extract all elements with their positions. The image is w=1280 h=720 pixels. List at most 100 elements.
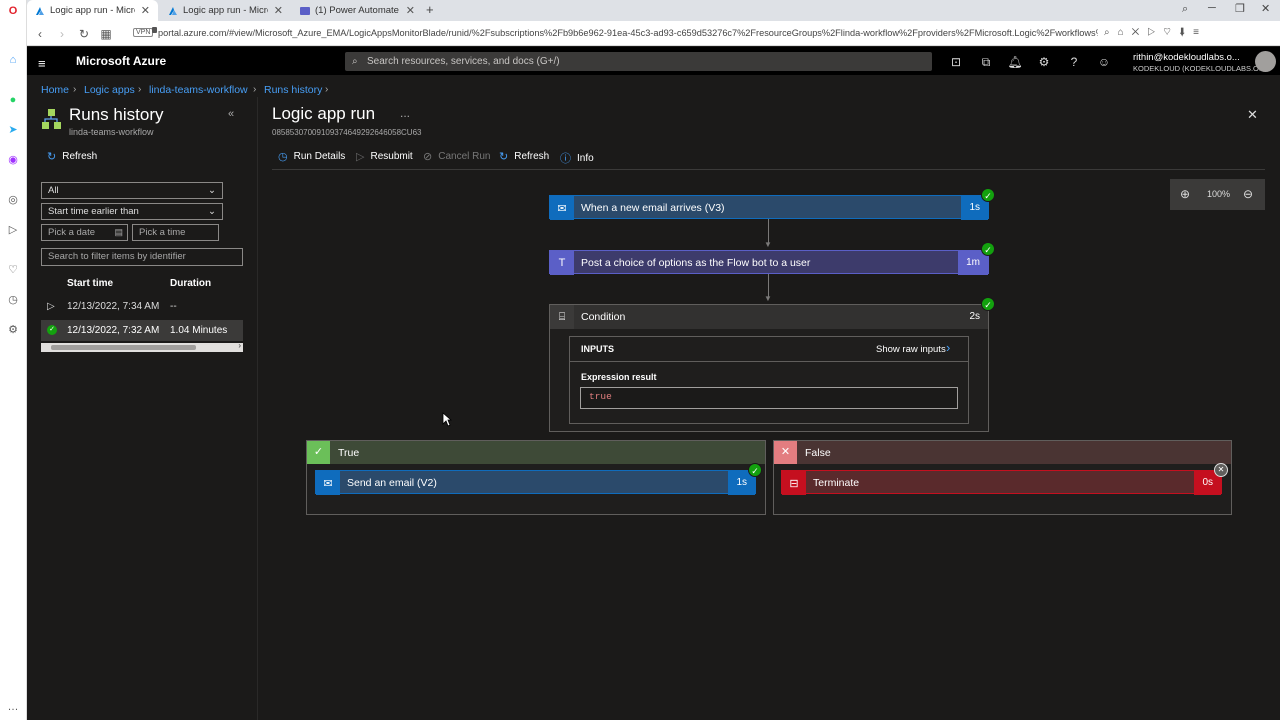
refresh-button[interactable]: ↻ Refresh <box>499 150 549 163</box>
scroll-right-icon[interactable]: › <box>238 341 241 350</box>
horizontal-scrollbar[interactable]: › <box>41 341 243 352</box>
forward-icon[interactable]: › <box>52 21 72 46</box>
global-search-input[interactable]: ⌕ Search resources, services, and docs (… <box>345 52 932 71</box>
run-duration: -- <box>170 301 177 312</box>
date-picker-input[interactable]: Pick a date ▤ <box>41 224 128 241</box>
settings-gear-icon[interactable]: ⚙ <box>1034 52 1054 72</box>
more-icon[interactable]: … <box>6 700 20 714</box>
browser-tab-3[interactable]: (1) Power Automate | Micr ✕ <box>292 0 423 21</box>
azure-favicon-icon <box>169 6 177 15</box>
show-raw-inputs-link[interactable]: Show raw inputs <box>876 344 946 355</box>
back-icon[interactable]: ‹ <box>30 21 50 46</box>
runs-refresh-button[interactable]: ↻ Refresh <box>47 150 97 163</box>
azure-brand[interactable]: Microsoft Azure <box>76 54 166 68</box>
directory-filter-icon[interactable]: ⧉ <box>976 52 996 72</box>
outlook-icon: ✉ <box>550 196 574 220</box>
messenger-icon[interactable]: ◉ <box>6 153 20 167</box>
search-icon: ⌕ <box>352 56 358 67</box>
vpn-badge[interactable]: VPN <box>133 28 154 37</box>
settings-icon[interactable]: ⚙ <box>6 323 20 337</box>
send-email-card[interactable]: ✉ Send an email (V2) 1s <box>315 470 756 495</box>
breadcrumb-logic-apps[interactable]: Logic apps <box>84 84 135 96</box>
zoom-in-icon[interactable]: ⊕ <box>1180 187 1190 201</box>
zoom-out-icon[interactable]: ⊖ <box>1243 187 1253 201</box>
close-tab-icon[interactable]: ✕ <box>274 4 283 17</box>
whatsapp-icon[interactable]: ● <box>6 93 20 107</box>
run-details-button[interactable]: ◷ Run Details <box>278 150 345 163</box>
status-filter-dropdown[interactable]: All ⌄ <box>41 182 223 199</box>
sidebar-home-icon[interactable]: ⌂ <box>6 53 20 67</box>
trigger-label: When a new email arrives (V3) <box>581 202 725 214</box>
more-options-icon[interactable]: ... <box>400 106 410 120</box>
cancel-icon: ⊘ <box>423 151 433 163</box>
breadcrumb-separator: › <box>73 84 77 95</box>
reload-icon[interactable]: ↻ <box>74 21 94 46</box>
opera-logo-icon[interactable]: O <box>6 4 20 18</box>
breadcrumb-home[interactable]: Home <box>41 84 69 96</box>
browser-tab-1[interactable]: Logic app run - Microsoft ✕ <box>27 0 158 21</box>
arrow-head-icon: ▼ <box>764 294 772 303</box>
close-window-icon[interactable]: ✕ <box>1261 2 1270 15</box>
account-email[interactable]: rithin@kodekloudlabs.o... <box>1133 52 1240 63</box>
search-tabs-icon[interactable]: ⌕ <box>1182 3 1188 16</box>
time-picker-input[interactable]: Pick a time <box>132 224 219 241</box>
teams-action-card[interactable]: T Post a choice of options as the Flow b… <box>549 250 989 275</box>
maximize-icon[interactable]: ❐ <box>1235 2 1245 15</box>
column-header-duration[interactable]: Duration <box>170 278 211 289</box>
breadcrumb-workflow[interactable]: linda-teams-workflow <box>149 84 248 96</box>
true-branch-header[interactable]: ✓ True <box>307 441 765 464</box>
refresh-icon: ↻ <box>47 151 57 163</box>
time-filter-dropdown[interactable]: Start time earlier than ⌄ <box>41 203 223 220</box>
address-bar-actions[interactable]: ⌕⌂✕▷♡⬇≡ <box>1104 27 1207 38</box>
cloud-shell-icon[interactable]: ⊡ <box>946 52 966 72</box>
breadcrumb-runs-history[interactable]: Runs history <box>264 84 322 96</box>
calendar-icon: ▤ <box>114 227 123 237</box>
success-check-icon: ✓ <box>981 188 995 202</box>
player-icon[interactable]: ◎ <box>6 193 20 207</box>
power-automate-favicon-icon <box>300 6 310 15</box>
browser-tab-2[interactable]: Logic app run - Microsoft ✕ <box>160 0 291 21</box>
identifier-search-input[interactable]: Search to filter items by identifier <box>41 248 243 266</box>
send-icon[interactable]: ▷ <box>6 223 20 237</box>
action-label: Post a choice of options as the Flow bot… <box>581 257 811 269</box>
help-icon[interactable]: ? <box>1064 52 1084 72</box>
speed-dial-icon[interactable]: ▦ <box>96 21 116 46</box>
feedback-icon[interactable]: ☺ <box>1094 52 1114 72</box>
table-row[interactable]: ▷ 12/13/2022, 7:34 AM -- <box>41 297 243 318</box>
succeeded-status-icon: ✓ <box>47 325 57 335</box>
false-branch-header[interactable]: ✕ False <box>774 441 1231 464</box>
info-button[interactable]: ⓘ Info <box>560 150 594 166</box>
close-blade-icon[interactable]: ✕ <box>1247 107 1258 123</box>
opera-sidebar: O ⌂ ● ➤ ◉ ◎ ▷ ♡ ◷ ⚙ … <box>0 0 27 720</box>
toolbar-divider <box>272 169 1265 170</box>
run-id: 08585307009109374649292646058CU63 <box>272 128 422 137</box>
favorites-icon[interactable]: ♡ <box>6 263 20 277</box>
column-header-start-time[interactable]: Start time <box>67 278 113 289</box>
condition-label: Condition <box>581 311 626 323</box>
expression-result-value: true <box>580 387 958 409</box>
telegram-icon[interactable]: ➤ <box>6 123 20 137</box>
chevron-right-icon[interactable]: › <box>946 340 950 355</box>
cancel-run-button[interactable]: ⊘ Cancel Run <box>423 150 490 163</box>
close-tab-icon[interactable]: ✕ <box>141 4 150 17</box>
success-check-icon: ✓ <box>981 242 995 256</box>
runs-history-title: Runs history <box>69 105 164 124</box>
success-check-icon: ✓ <box>748 463 762 477</box>
terminate-card[interactable]: ⊟ Terminate 0s <box>781 470 1222 495</box>
notifications-icon[interactable]: 🔔︎ <box>1005 52 1025 72</box>
collapse-panel-icon[interactable]: « <box>228 108 234 120</box>
close-tab-icon[interactable]: ✕ <box>406 4 415 17</box>
account-org[interactable]: KODEKLOUD (KODEKLOUDLABS.O... <box>1133 64 1265 73</box>
success-check-icon: ✓ <box>981 297 995 311</box>
portal-menu-icon[interactable]: ≡ <box>38 56 46 71</box>
avatar[interactable] <box>1255 51 1276 72</box>
new-tab-icon[interactable]: + <box>426 2 434 17</box>
table-row-selected[interactable]: ✓ 12/13/2022, 7:32 AM 1.04 Minutes <box>41 320 243 341</box>
history-icon[interactable]: ◷ <box>6 293 20 307</box>
resubmit-button[interactable]: ▷ Resubmit <box>356 150 413 163</box>
url-field[interactable]: portal.azure.com/#view/Microsoft_Azure_E… <box>158 25 1098 42</box>
false-branch-label: False <box>805 447 831 459</box>
scrollbar-thumb[interactable] <box>51 345 196 350</box>
trigger-card[interactable]: ✉ When a new email arrives (V3) 1s <box>549 195 989 220</box>
minimize-icon[interactable]: ─ <box>1208 2 1216 14</box>
